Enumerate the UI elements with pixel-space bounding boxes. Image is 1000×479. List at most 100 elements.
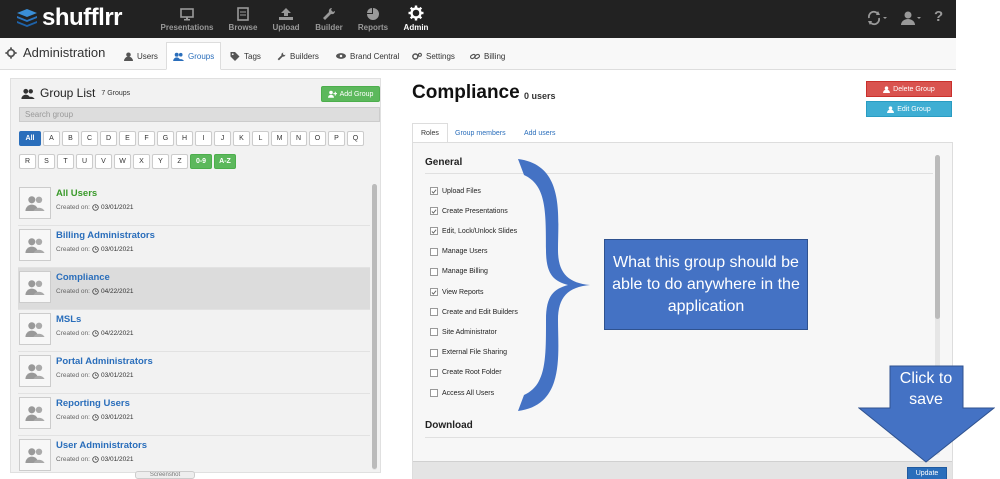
letter-filter-0-9[interactable]: 0-9	[190, 154, 212, 169]
created-date: 03/01/2021	[100, 372, 134, 379]
letter-filter-k[interactable]: K	[233, 131, 250, 146]
nav-reports[interactable]: Reports	[356, 0, 390, 38]
tab-groups[interactable]: Groups	[166, 42, 222, 70]
group-created: Created on: 04/22/2021	[56, 288, 134, 295]
tab-users[interactable]: Users	[118, 42, 164, 70]
group-row[interactable]: Portal Administrators Created on: 03/01/20…	[18, 352, 370, 394]
group-row[interactable]: Billing Administrators Created on: 03/01/2…	[18, 226, 370, 268]
users-icon	[25, 280, 45, 295]
letter-filter-o[interactable]: O	[309, 131, 326, 146]
nav-presentations[interactable]: Presentations	[160, 0, 214, 38]
group-row[interactable]: MSLs Created on: 04/22/2021	[18, 310, 370, 352]
tab-tags[interactable]: Tags	[224, 42, 267, 70]
edit-group-button[interactable]: Edit Group	[866, 101, 952, 117]
letter-filter-all[interactable]: All	[19, 131, 41, 146]
letter-filter-i[interactable]: I	[195, 131, 212, 146]
app-logo[interactable]: shufflrr	[16, 5, 123, 31]
permission-checkbox[interactable]	[430, 267, 438, 276]
tab-label: Users	[137, 51, 158, 61]
group-name[interactable]: All Users	[56, 188, 97, 199]
help-icon[interactable]: ?	[934, 8, 943, 25]
tab-settings[interactable]: Settings	[406, 42, 461, 70]
add-group-button[interactable]: Add Group	[321, 86, 380, 102]
tab-group-members[interactable]: Group members	[447, 123, 514, 143]
letter-filter-l[interactable]: L	[252, 131, 269, 146]
sync-menu[interactable]	[866, 10, 888, 31]
nav-browse[interactable]: Browse	[226, 0, 260, 38]
group-row[interactable]: Reporting Users Created on: 03/01/2021	[18, 394, 370, 436]
permission-item: Edit, Lock/Unlock Slides	[430, 227, 517, 236]
letter-filter-u[interactable]: U	[76, 154, 93, 169]
tab-builders[interactable]: Builders	[271, 42, 325, 70]
letter-filter-n[interactable]: N	[290, 131, 307, 146]
admin-subheader: Administration Users Groups Tags Builder…	[0, 38, 956, 70]
letter-filter-y[interactable]: Y	[152, 154, 169, 169]
group-name[interactable]: Billing Administrators	[56, 230, 155, 241]
permission-label: Access All Users	[442, 389, 495, 397]
permission-checkbox[interactable]	[430, 187, 438, 195]
tab-roles[interactable]: Roles	[412, 123, 448, 143]
permission-checkbox[interactable]	[430, 328, 438, 337]
letter-filter-t[interactable]: T	[57, 154, 74, 169]
group-list-scrollbar[interactable]	[372, 184, 377, 470]
permission-checkbox[interactable]	[430, 288, 438, 296]
group-name[interactable]: Portal Administrators	[56, 356, 153, 367]
nav-upload[interactable]: Upload	[270, 0, 302, 38]
letter-filter-c[interactable]: C	[81, 131, 98, 146]
user-icon	[883, 85, 891, 93]
permission-checkbox[interactable]	[430, 389, 438, 397]
letter-filter-q[interactable]: Q	[347, 131, 364, 146]
permission-checkbox[interactable]	[430, 227, 438, 236]
letter-filter-r[interactable]: R	[19, 154, 36, 169]
group-row[interactable]: User Administrators Created on: 03/01/2021	[18, 436, 370, 472]
letter-filter-b[interactable]: B	[62, 131, 79, 146]
nav-builder[interactable]: Builder	[313, 0, 345, 38]
letter-filter-a[interactable]: A	[43, 131, 60, 146]
user-menu[interactable]	[900, 10, 922, 31]
users-icon	[25, 196, 45, 211]
letter-filter-v[interactable]: V	[95, 154, 112, 169]
user-icon	[901, 11, 921, 25]
letter-filter-m[interactable]: M	[271, 131, 288, 146]
document-icon	[237, 7, 249, 21]
letter-filter-e[interactable]: E	[119, 131, 136, 146]
tab-brand-central[interactable]: Brand Central	[330, 42, 405, 70]
letter-filter-s[interactable]: S	[38, 154, 55, 169]
letter-filter-j[interactable]: J	[214, 131, 231, 146]
group-name[interactable]: Reporting Users	[56, 398, 130, 409]
group-row[interactable]: All Users Created on: 03/01/2021	[18, 184, 370, 226]
delete-group-button[interactable]: Delete Group	[866, 81, 952, 97]
update-button[interactable]: Update	[907, 467, 947, 479]
permission-checkbox[interactable]	[430, 308, 438, 317]
group-name[interactable]: Compliance	[56, 272, 110, 283]
permission-checkbox[interactable]	[430, 207, 438, 216]
link-icon	[470, 53, 480, 59]
scrollbar-thumb[interactable]	[372, 184, 377, 469]
letter-filter-g[interactable]: G	[157, 131, 174, 146]
letter-filter-z[interactable]: Z	[171, 154, 188, 169]
letter-filter-a-z[interactable]: A-Z	[214, 154, 236, 169]
group-row[interactable]: Compliance Created on: 04/22/2021	[18, 268, 370, 310]
letter-filter-h[interactable]: H	[176, 131, 193, 146]
tab-billing[interactable]: Billing	[464, 42, 511, 70]
tab-add-users[interactable]: Add users	[516, 123, 564, 143]
letter-filter-f[interactable]: F	[138, 131, 155, 146]
permission-checkbox[interactable]	[430, 348, 438, 357]
permission-item: Manage Users	[430, 247, 488, 256]
tab-label: Tags	[244, 51, 261, 61]
permission-checkbox[interactable]	[430, 247, 438, 256]
sync-icon	[867, 10, 887, 26]
nav-admin[interactable]: Admin	[402, 0, 430, 38]
tab-label: Groups	[188, 51, 215, 61]
letter-filter-p[interactable]: P	[328, 131, 345, 146]
group-name[interactable]: User Administrators	[56, 440, 147, 451]
group-name[interactable]: MSLs	[56, 314, 81, 325]
created-date: 03/01/2021	[100, 456, 134, 463]
annotation-callout: What this group should be able to do any…	[604, 239, 808, 330]
scrollbar-thumb[interactable]	[935, 155, 940, 319]
letter-filter-w[interactable]: W	[114, 154, 131, 169]
search-group-input[interactable]	[19, 107, 380, 122]
permission-checkbox[interactable]	[430, 368, 438, 377]
letter-filter-d[interactable]: D	[100, 131, 117, 146]
letter-filter-x[interactable]: X	[133, 154, 150, 169]
